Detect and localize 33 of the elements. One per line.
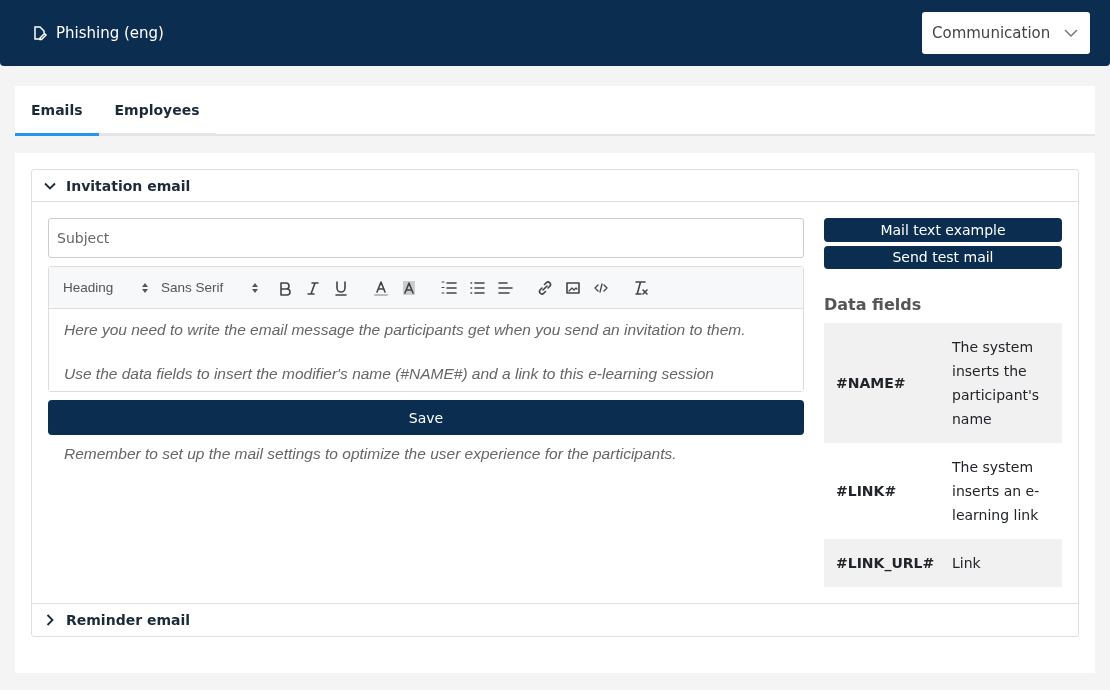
field-code: #LINK#: [836, 483, 898, 499]
text-color-icon[interactable]: [372, 278, 390, 297]
accordion-header[interactable]: Reminder email: [32, 604, 1078, 636]
clear-format-icon[interactable]: [632, 278, 650, 297]
action-button[interactable]: Send test mail: [824, 245, 1062, 269]
field-description: The system inserts an e-learning link: [952, 458, 1041, 525]
tab[interactable]: Emails: [15, 86, 99, 136]
save-button[interactable]: Save: [48, 400, 804, 435]
tab[interactable]: Employees: [98, 86, 216, 136]
toolbar-select[interactable]: Sans Serif: [161, 280, 259, 295]
background-color-icon[interactable]: [400, 278, 418, 297]
chevron-down-icon: [1064, 28, 1078, 38]
field-description: The system inserts the participant's name: [952, 338, 1041, 429]
updown-icon: [141, 281, 149, 294]
field-code: #LINK_URL#: [836, 555, 936, 571]
page-title: Phishing (eng): [56, 24, 164, 42]
editor-placeholder: Here you need to write the email message the participants get when you send an invitation to them.: [64, 321, 747, 339]
underline-icon[interactable]: [332, 278, 350, 297]
numbered-list-icon[interactable]: [440, 278, 458, 297]
chevron-right-icon: [44, 614, 56, 626]
field-description: Link: [952, 554, 982, 573]
updown-icon: [251, 281, 259, 294]
section-heading: Data fields: [824, 295, 923, 314]
toolbar-select[interactable]: Heading: [63, 280, 149, 295]
accordion-header[interactable]: Invitation email: [32, 170, 1078, 202]
subject-field[interactable]: Subject: [48, 218, 804, 258]
editor-placeholder: Use the data fields to insert the modifier's name (#NAME#) and a link to this e-learning session: [64, 365, 715, 383]
category-dropdown[interactable]: Communication: [922, 12, 1090, 54]
hint-text: Remember to set up the mail settings to optimize the user experience for the participants.: [64, 445, 678, 463]
link-icon[interactable]: [536, 278, 554, 297]
edit-document-icon: [32, 25, 48, 41]
action-button[interactable]: Mail text example: [824, 218, 1062, 242]
field-code: #NAME#: [836, 375, 907, 391]
